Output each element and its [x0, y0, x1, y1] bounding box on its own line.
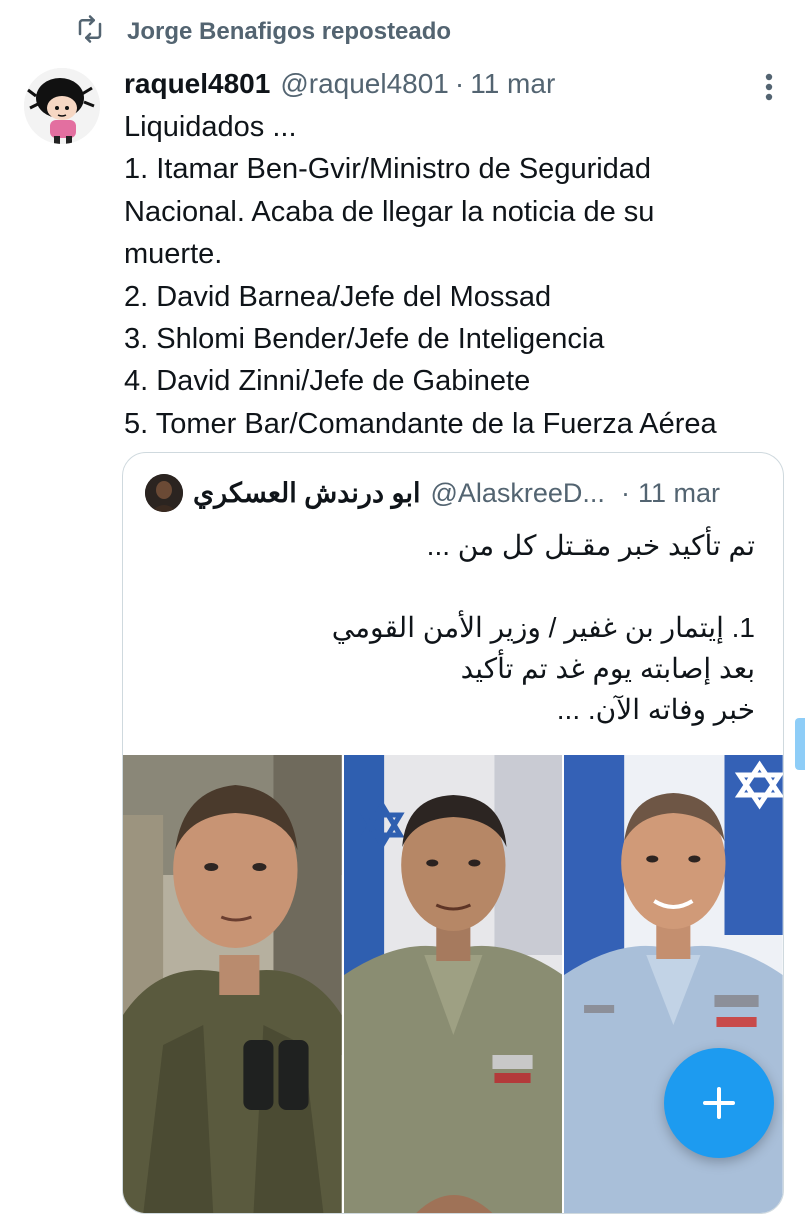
tweet-text: Liquidados ... 1. Itamar Ben-Gvir/Minist… — [124, 106, 794, 445]
repost-icon — [75, 14, 105, 51]
tweet-line: 3. Shlomi Bender/Jefe de Inteligencia — [124, 323, 605, 356]
tweet-line: Nacional. Acaba de llegar la noticia de … — [124, 195, 655, 228]
tweet-line: muerte. — [124, 238, 223, 271]
quote-date[interactable]: 11 mar — [638, 478, 720, 509]
quote-text: تم تأكيد خبر مقـتل كل من ... 1. إيتمار ب… — [151, 525, 755, 730]
quote-line: خبر وفاته الآن. ... — [556, 694, 755, 725]
tweet-line: 2. David Barnea/Jefe del Mossad — [124, 280, 552, 313]
author-name[interactable]: raquel4801 — [124, 68, 270, 100]
quote-author-name[interactable]: ابو درندش العسكري — [193, 478, 420, 509]
tweet-line: 1. Itamar Ben-Gvir/Ministro de Seguridad — [124, 153, 652, 186]
tweet-header: raquel4801 @raquel4801 · 11 mar — [124, 64, 775, 104]
tweet-date[interactable]: 11 mar — [470, 68, 555, 100]
tweet-line: Liquidados ... — [124, 111, 297, 143]
separator-dot: · — [454, 68, 465, 99]
tweet-line: 5. Tomer Bar/Comandante de la Fuerza Aér… — [124, 407, 717, 440]
author-avatar[interactable] — [24, 68, 100, 144]
photo-soldier-combat[interactable] — [123, 755, 342, 1213]
repost-indicator[interactable]: Jorge Benafigos reposteado — [75, 14, 451, 50]
quote-avatar[interactable] — [145, 474, 183, 512]
quote-line: بعد إصابته يوم غد تم تأكيد — [460, 653, 755, 684]
author-handle[interactable]: @raquel4801 — [280, 68, 449, 100]
repost-text: Jorge Benafigos reposteado — [127, 18, 452, 45]
plus-icon — [703, 1087, 735, 1119]
tweet-line: 4. David Zinni/Jefe de Gabinete — [124, 365, 531, 398]
compose-button[interactable] — [664, 1048, 774, 1158]
quote-line: تم تأكيد خبر مقـتل كل من ... — [426, 530, 755, 561]
separator-dot: · — [620, 477, 630, 508]
scrollbar-thumb[interactable] — [795, 718, 805, 770]
quote-line — [151, 566, 755, 607]
more-options-icon[interactable] — [763, 70, 775, 104]
quote-header: ابو درندش العسكري @AlaskreeD... · 11 mar — [145, 473, 761, 513]
quote-author-handle[interactable]: @AlaskreeD... — [430, 478, 604, 509]
photo-officer-flag[interactable] — [343, 755, 563, 1213]
quote-line: 1. إيتمار بن غفير / وزير الأمن القومي — [331, 612, 755, 643]
